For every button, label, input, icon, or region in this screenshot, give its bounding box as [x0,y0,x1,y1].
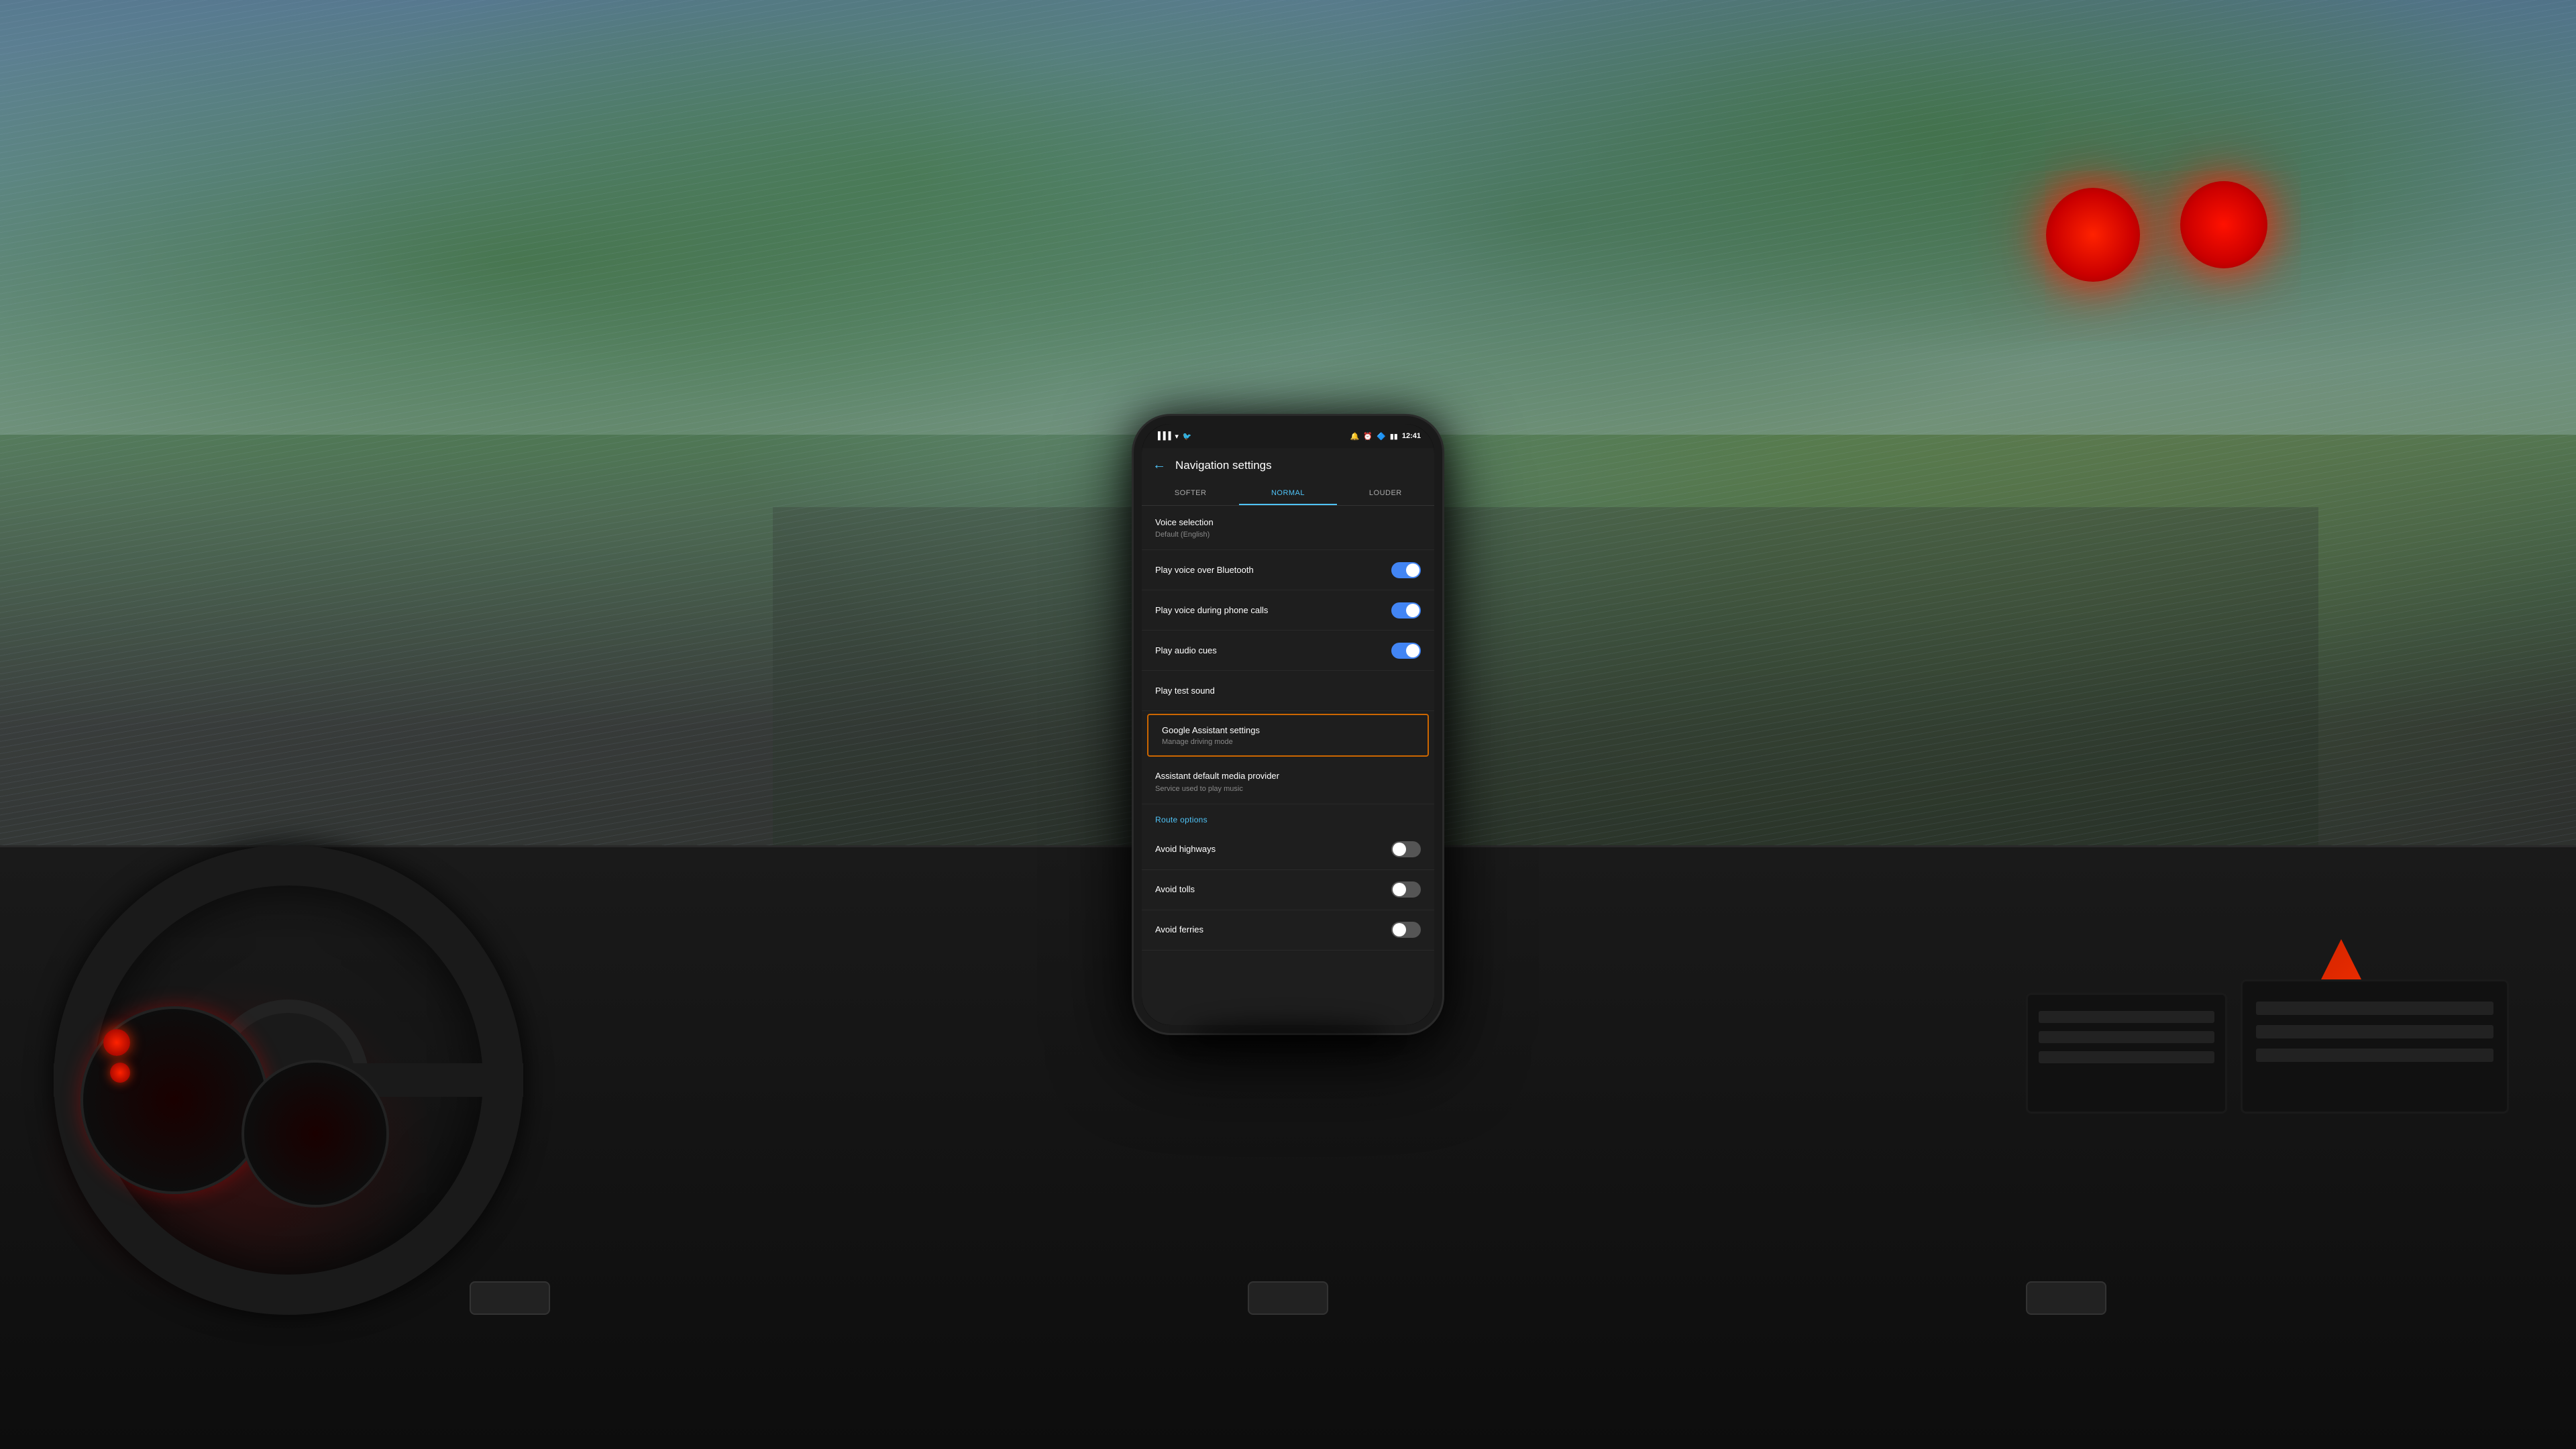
rpm-gauge [241,1060,389,1208]
avoid-ferries-left: Avoid ferries [1155,924,1391,936]
vent-slat [2256,1002,2493,1015]
play-audio-cues-item: Play audio cues [1142,631,1434,671]
settings-content: Voice selection Default (English) Play v… [1142,506,1434,1025]
dash-button-right[interactable] [2026,1281,2106,1315]
avoid-tolls-toggle[interactable] [1391,881,1421,898]
play-audio-cues-label: Play audio cues [1155,645,1391,657]
notification-icon: 🔔 [1350,432,1360,441]
play-voice-bluetooth-toggle[interactable] [1391,562,1421,578]
avoid-ferries-label: Avoid ferries [1155,924,1391,936]
volume-tabs: SOFTER NORMAL LOUDER [1142,482,1434,506]
vent-slat [2039,1011,2214,1023]
play-test-sound-item[interactable]: Play test sound [1142,671,1434,711]
status-bar-left: ▐▐▐ ▾ 🐦 [1155,432,1192,441]
play-voice-calls-label: Play voice during phone calls [1155,604,1391,616]
traffic-light-left [2046,188,2140,282]
avoid-ferries-toggle[interactable] [1391,922,1421,938]
wifi-icon: ▾ [1175,432,1179,441]
bluetooth-icon: 🔷 [1377,432,1386,441]
dash-button-left[interactable] [470,1281,550,1315]
avoid-ferries-item: Avoid ferries [1142,910,1434,951]
play-audio-cues-left: Play audio cues [1155,645,1391,657]
speed-indicator-red2 [110,1063,130,1083]
assistant-media-sublabel: Service used to play music [1155,785,1421,793]
avoid-highways-left: Avoid highways [1155,843,1391,855]
vent-slat [2256,1025,2493,1038]
tab-normal[interactable]: NORMAL [1239,482,1336,505]
play-test-sound-label: Play test sound [1155,685,1421,697]
phone-screen: ▐▐▐ ▾ 🐦 🔔 ⏰ 🔷 ▮▮ 12:41 ← Navigation sett… [1142,424,1434,1025]
vent-slat [2039,1031,2214,1043]
battery-icon: ▮▮ [1390,432,1398,441]
app-header: ← Navigation settings [1142,448,1434,482]
status-time: 12:41 [1402,432,1421,440]
play-voice-bluetooth-left: Play voice over Bluetooth [1155,564,1391,576]
phone-container: ▐▐▐ ▾ 🐦 🔔 ⏰ 🔷 ▮▮ 12:41 ← Navigation sett… [1134,416,1442,1033]
google-assistant-sublabel: Manage driving mode [1162,738,1414,746]
assistant-media-label: Assistant default media provider [1155,770,1421,782]
phone-device: ▐▐▐ ▾ 🐦 🔔 ⏰ 🔷 ▮▮ 12:41 ← Navigation sett… [1134,416,1442,1033]
avoid-tolls-left: Avoid tolls [1155,883,1391,896]
voice-selection-label: Voice selection [1155,517,1421,529]
google-assistant-label: Google Assistant settings [1162,724,1414,737]
avoid-tolls-label: Avoid tolls [1155,883,1391,896]
play-audio-cues-toggle[interactable] [1391,643,1421,659]
twitter-icon: 🐦 [1183,432,1192,441]
status-bar-right: 🔔 ⏰ 🔷 ▮▮ 12:41 [1350,432,1421,441]
avoid-highways-item: Avoid highways [1142,830,1434,870]
bottom-dash-controls [470,1281,2106,1315]
alarm-icon: ⏰ [1363,432,1373,441]
vent-slat [2256,1049,2493,1062]
google-assistant-settings-item[interactable]: Google Assistant settings Manage driving… [1147,714,1429,757]
play-voice-calls-toggle[interactable] [1391,602,1421,619]
tab-softer[interactable]: SOFTER [1142,482,1239,505]
gauge-cluster [67,979,402,1248]
voice-selection-sublabel: Default (English) [1155,531,1421,539]
avoid-highways-toggle[interactable] [1391,841,1421,857]
play-voice-bluetooth-label: Play voice over Bluetooth [1155,564,1391,576]
speed-indicator-red [103,1029,130,1056]
play-voice-calls-item: Play voice during phone calls [1142,590,1434,631]
traffic-light-right [2180,181,2267,268]
play-voice-calls-left: Play voice during phone calls [1155,604,1391,616]
back-button[interactable]: ← [1152,458,1166,473]
phone-shadow [1187,1020,1389,1046]
tab-louder[interactable]: LOUDER [1337,482,1434,505]
avoid-highways-label: Avoid highways [1155,843,1391,855]
speedometer [80,1006,268,1194]
assistant-media-item[interactable]: Assistant default media provider Service… [1142,759,1434,804]
avoid-tolls-item: Avoid tolls [1142,870,1434,910]
dash-button-center[interactable] [1248,1281,1328,1315]
route-options-header: Route options [1142,804,1434,830]
air-vent-center [2026,993,2227,1114]
signal-icon: ▐▐▐ [1155,432,1171,440]
air-vent-right [2241,979,2509,1114]
status-bar: ▐▐▐ ▾ 🐦 🔔 ⏰ 🔷 ▮▮ 12:41 [1142,424,1434,448]
voice-selection-item[interactable]: Voice selection Default (English) [1142,506,1434,550]
play-voice-bluetooth-item: Play voice over Bluetooth [1142,550,1434,590]
vent-slat [2039,1051,2214,1063]
page-title: Navigation settings [1175,459,1272,472]
play-test-sound-left: Play test sound [1155,685,1421,697]
